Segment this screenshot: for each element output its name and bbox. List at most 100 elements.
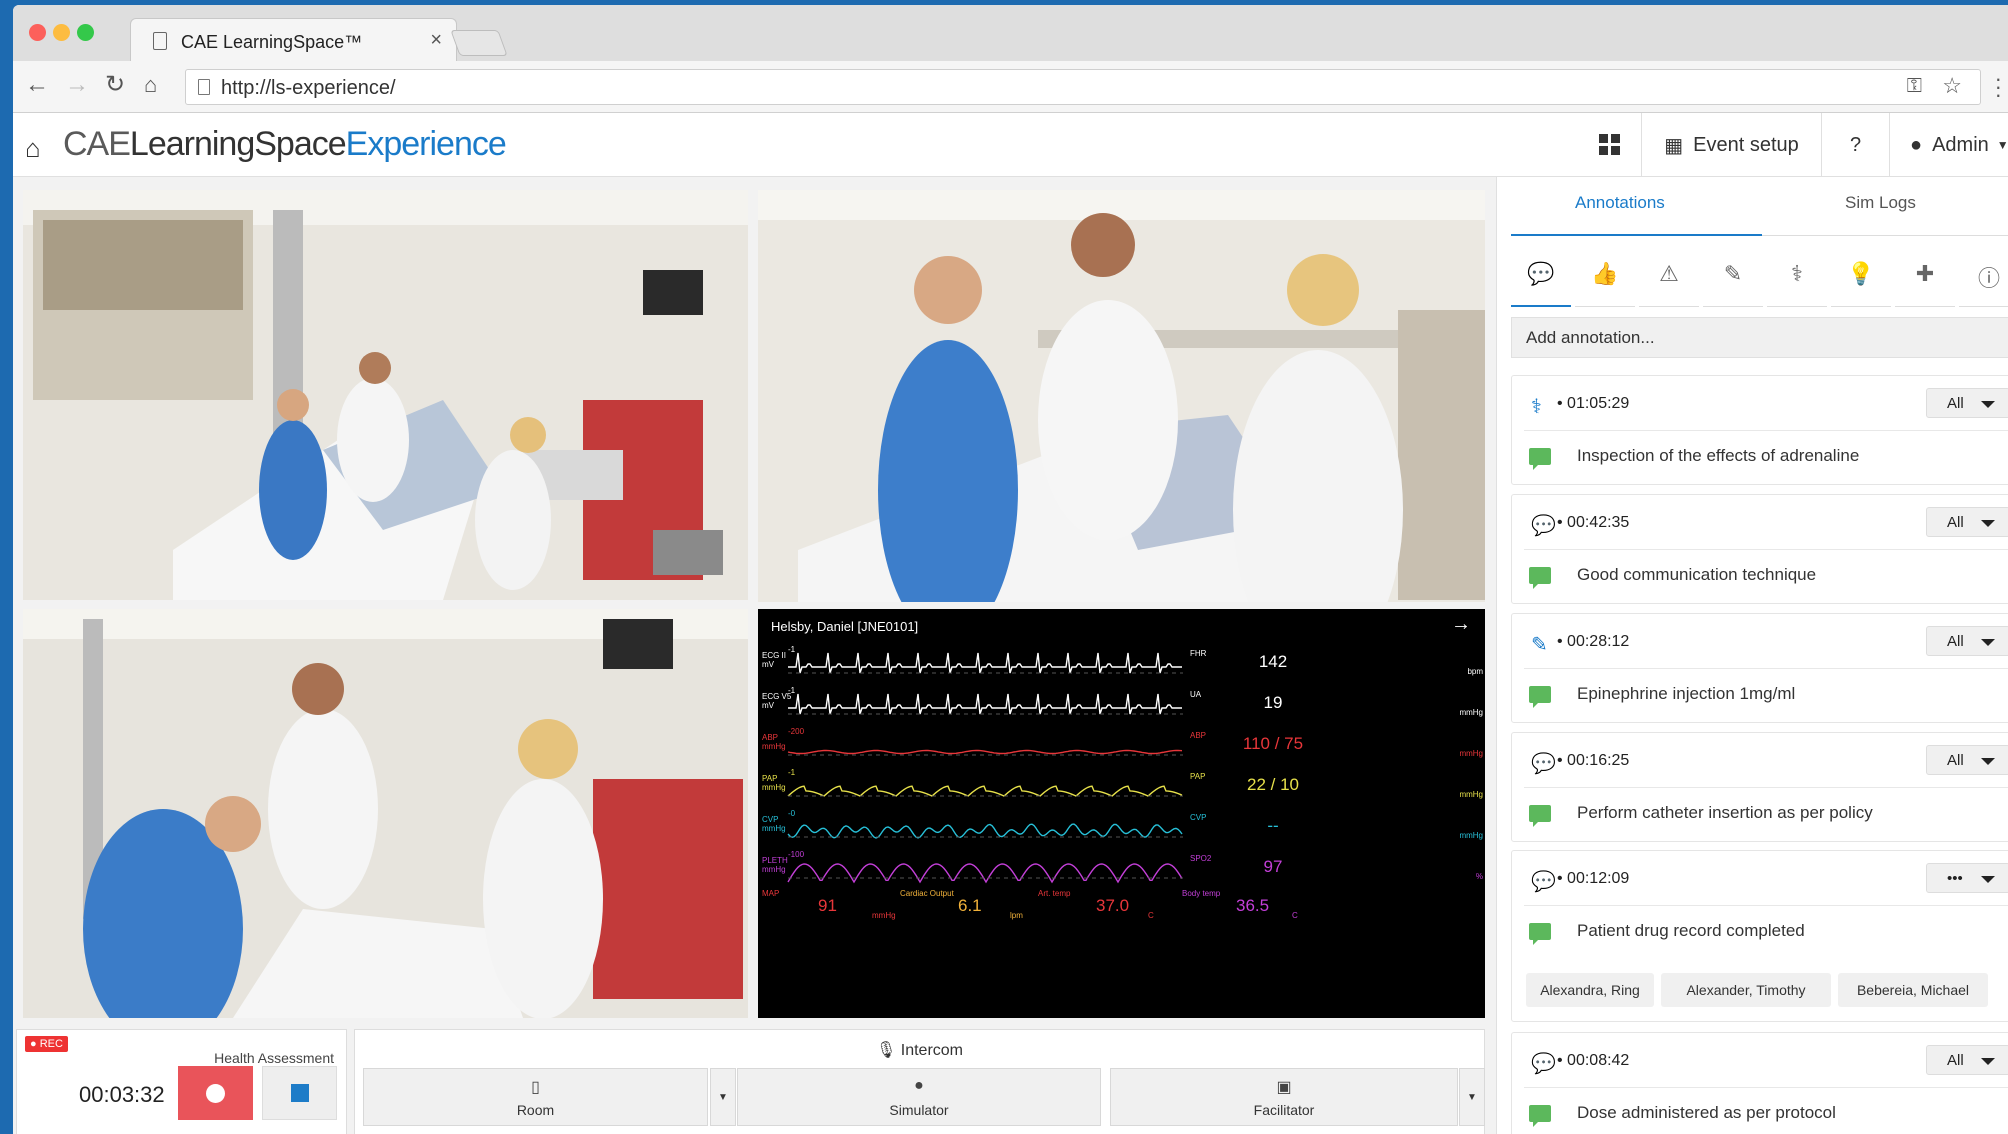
close-window-button[interactable] — [29, 24, 46, 41]
waveform-trace — [787, 749, 1183, 755]
bottom-parameter-unit: C — [1292, 911, 1298, 920]
annotation-time: • 00:42:35 — [1557, 514, 1630, 531]
app-logo: CAELearningSpaceExperience — [63, 125, 507, 163]
simulator-channel-button[interactable]: ● Simulator — [737, 1068, 1101, 1126]
facilitator-icon: ▣ — [1276, 1079, 1292, 1096]
comment-icon: 💬 — [1531, 753, 1556, 775]
parameter-value: 110 / 75 — [1242, 734, 1304, 753]
record-button[interactable] — [178, 1066, 253, 1120]
browser-menu-icon[interactable]: · · · — [1995, 68, 2002, 106]
card-divider — [1524, 668, 2008, 669]
stop-button[interactable] — [262, 1066, 337, 1120]
home-icon[interactable]: ⌂ — [25, 133, 41, 164]
facilitator-channel-dropdown[interactable]: ▼ — [1459, 1068, 1485, 1126]
filter-comment-icon[interactable]: 💬 — [1511, 261, 1571, 307]
filter-stethoscope-icon[interactable]: ⚕ — [1767, 261, 1827, 307]
filter-syringe-icon[interactable]: ✎ — [1703, 261, 1763, 307]
help-button[interactable]: ? — [1821, 113, 1889, 177]
visibility-dropdown[interactable]: All — [1926, 388, 2008, 418]
note-icon — [1529, 805, 1551, 827]
annotation-card[interactable]: ⚕ • 01:05:29 All Inspection of the effects … — [1511, 375, 2008, 485]
annotation-card[interactable]: 💬 • 00:42:35 All Good communication techniq… — [1511, 494, 2008, 604]
room-channel-label: Room — [516, 1102, 555, 1118]
annotation-card[interactable]: 💬 • 00:16:25 All Perform catheter insertion… — [1511, 732, 2008, 842]
filter-warning-icon[interactable]: ⚠ — [1639, 261, 1699, 307]
visibility-dropdown[interactable]: ••• — [1926, 863, 2008, 893]
tab-sim-logs[interactable]: Sim Logs — [1845, 193, 1916, 213]
tab-close-icon[interactable]: × — [430, 29, 442, 52]
key-icon[interactable]: ⚿ — [1907, 75, 1922, 98]
door-icon: ▯ — [531, 1079, 540, 1096]
visibility-dropdown[interactable]: All — [1926, 507, 2008, 537]
camera-feed-1[interactable] — [23, 190, 748, 600]
minimize-window-button[interactable] — [53, 24, 70, 41]
waveform-scale: -1 — [788, 768, 796, 777]
bottom-parameter-value: 37.0 — [1096, 896, 1130, 915]
participant-chip[interactable]: Alexandra, Ring — [1526, 973, 1654, 1007]
simulator-head-icon: ● — [914, 1077, 924, 1094]
user-name: Admin — [1932, 133, 1989, 156]
maximize-window-button[interactable] — [77, 24, 94, 41]
filter-lightbulb-icon[interactable]: 💡 — [1831, 261, 1891, 307]
tab-annotations[interactable]: Annotations — [1575, 193, 1665, 213]
microphone-icon: 🎙 — [875, 1042, 897, 1059]
note-icon — [1529, 1105, 1551, 1127]
room-channel-dropdown[interactable]: ▼ — [710, 1068, 736, 1126]
annotation-card[interactable]: 💬 • 00:08:42 All Dose administered as per p… — [1511, 1032, 2008, 1134]
filter-info-icon[interactable]: ⓘ — [1959, 261, 2008, 307]
back-icon[interactable]: ← — [25, 73, 49, 97]
annotation-text: Epinephrine injection 1mg/ml — [1577, 684, 1796, 703]
waveform-label: ABP mmHg — [762, 733, 786, 751]
comment-icon: 💬 — [1531, 515, 1556, 537]
note-icon — [1529, 923, 1551, 945]
annotation-time: • 00:16:25 — [1557, 752, 1630, 769]
participant-chip[interactable]: Alexander, Timothy — [1661, 973, 1831, 1007]
annotation-card[interactable]: ✎ • 00:28:12 All Epinephrine injection 1mg/… — [1511, 613, 2008, 723]
tab-title: CAE LearningSpace™ — [181, 32, 363, 52]
event-setup-button[interactable]: ▦ Event setup — [1641, 113, 1821, 177]
intercom-title: 🎙 Intercom — [875, 1042, 963, 1059]
bottom-parameter-unit: mmHg — [872, 911, 896, 920]
url-text[interactable]: http://ls-experience/ — [221, 77, 396, 100]
visibility-dropdown[interactable]: All — [1926, 626, 2008, 656]
annotation-text: Perform catheter insertion as per policy — [1577, 803, 1873, 822]
page-icon — [153, 32, 167, 50]
annotation-time: • 00:28:12 — [1557, 633, 1630, 650]
address-bar[interactable]: http://ls-experience/ ⚿ ☆ — [185, 69, 1981, 105]
user-menu-button[interactable]: ● Admin ▼ — [1889, 113, 2008, 177]
annotation-text: Inspection of the effects of adrenaline — [1577, 446, 1860, 465]
home-icon[interactable]: ⌂ — [144, 73, 157, 97]
parameter-label: CVP — [1190, 813, 1207, 822]
scenario-name: Health Assessment — [214, 1050, 334, 1066]
bottom-parameter-value: 36.5 — [1236, 896, 1270, 915]
new-tab-button[interactable] — [450, 30, 508, 56]
bottom-parameter-label: Art. temp — [1038, 889, 1071, 898]
annotation-time: • 00:08:42 — [1557, 1052, 1630, 1069]
camera-feed-3[interactable] — [23, 609, 748, 1018]
parameter-value: -- — [1267, 816, 1279, 835]
browser-tab-strip: CAE LearningSpace™ × — [13, 5, 2008, 63]
filter-thumbs-up-icon[interactable]: 👍 — [1575, 261, 1635, 307]
add-annotation-input[interactable]: Add annotation... — [1511, 317, 2008, 358]
bottom-parameter-unit: lpm — [1010, 911, 1023, 920]
room-channel-button[interactable]: ▯ Room — [363, 1068, 708, 1126]
visibility-dropdown[interactable]: All — [1926, 745, 2008, 775]
facilitator-channel-button[interactable]: ▣ Facilitator — [1110, 1068, 1458, 1126]
note-icon — [1529, 448, 1551, 470]
participant-chip[interactable]: Bebereia, Michael — [1838, 973, 1988, 1007]
annotation-card[interactable]: 💬 • 00:12:09 ••• Patient drug record comple… — [1511, 850, 2008, 1022]
browser-tab[interactable]: CAE LearningSpace™ × — [130, 18, 457, 63]
waveform-label: PLETH mmHg — [762, 856, 788, 874]
reload-icon[interactable]: ↻ — [105, 73, 125, 97]
card-divider — [1524, 549, 2008, 550]
dashboard-grid-button[interactable] — [1580, 113, 1640, 177]
visibility-dropdown[interactable]: All — [1926, 1045, 2008, 1075]
bottom-parameter-value: 6.1 — [958, 896, 982, 915]
camera-feed-2[interactable] — [758, 190, 1485, 602]
bookmark-star-icon[interactable]: ☆ — [1942, 73, 1962, 99]
recording-panel: ● REC Health Assessment 00:03:32 — [16, 1029, 347, 1134]
card-divider — [1524, 1087, 2008, 1088]
filter-medkit-icon[interactable]: ✚ — [1895, 261, 1955, 307]
forward-icon[interactable]: → — [65, 73, 89, 97]
parameter-unit: mmHg — [1459, 749, 1483, 758]
